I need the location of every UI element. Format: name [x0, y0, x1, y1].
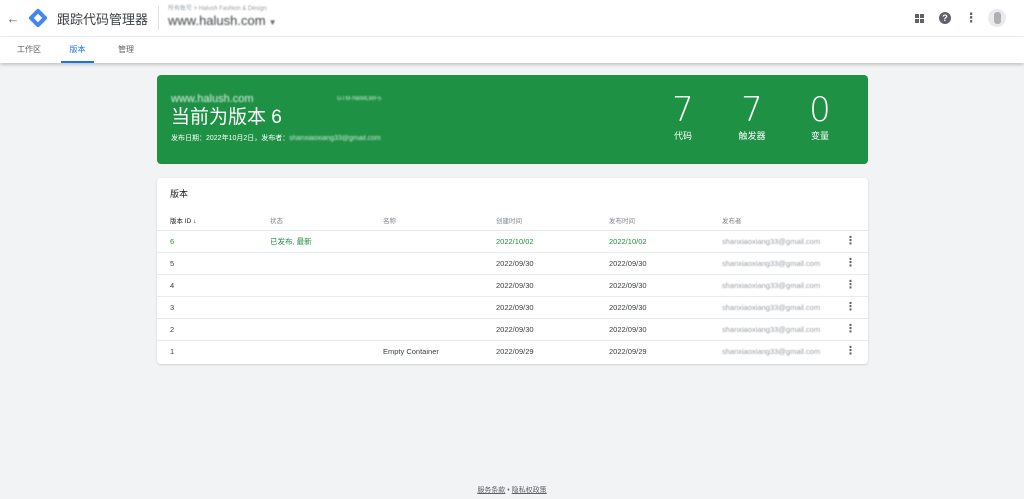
tab-workspace[interactable]: 工作区 [10, 37, 48, 63]
terms-link[interactable]: 服务条款 [477, 487, 505, 494]
version-publisher: shanxiaoxiang33@gmail.com [722, 347, 821, 356]
version-published: 2022/09/30 [609, 259, 647, 268]
stat-variables[interactable]: 0 变量 [800, 90, 840, 142]
more-vert-icon[interactable]: ⋮ [845, 341, 856, 362]
apps-grid-icon[interactable] [908, 13, 930, 23]
column-header-status[interactable]: 状态 [270, 215, 283, 225]
stat-tags-label: 代码 [673, 131, 692, 141]
more-vert-icon[interactable]: ⋮ [845, 253, 856, 274]
version-id[interactable]: 3 [170, 297, 174, 318]
column-header-publisher[interactable]: 发布者 [722, 215, 742, 225]
column-header-published[interactable]: 发布时间 [609, 215, 635, 225]
current-version-banner: www.halush.com GTM-NBMLWF5 当前为版本 6 发布日期：… [157, 75, 868, 164]
container-id: GTM-NBMLWF5 [337, 96, 382, 102]
version-created: 2022/09/29 [496, 347, 534, 356]
stat-tags[interactable]: 7 代码 [663, 90, 703, 142]
table-row[interactable]: 5 2022/09/30 2022/09/30 shanxiaoxiang33@… [157, 252, 868, 274]
tab-admin[interactable]: 管理 [109, 37, 143, 63]
table-row[interactable]: 3 2022/09/30 2022/09/30 shanxiaoxiang33@… [157, 296, 868, 318]
chevron-down-icon[interactable]: ▼ [269, 18, 277, 27]
version-published: 2022/09/30 [609, 303, 647, 312]
version-publisher: shanxiaoxiang33@gmail.com [722, 281, 821, 290]
tab-versions[interactable]: 版本 [61, 37, 94, 63]
more-vert-icon[interactable]: ⋮ [845, 231, 856, 252]
stat-tags-value: 7 [672, 90, 694, 130]
table-row[interactable]: 4 2022/09/30 2022/09/30 shanxiaoxiang33@… [157, 274, 868, 296]
stat-triggers-label: 触发器 [738, 131, 766, 141]
more-vert-icon[interactable]: ⋮ [845, 297, 856, 318]
version-published: 2022/10/02 [609, 237, 647, 246]
back-arrow-icon[interactable]: ← [4, 11, 22, 26]
app-title: 跟踪代码管理器 [57, 11, 149, 27]
more-vert-icon[interactable]: ⋮ [845, 275, 856, 296]
table-row[interactable]: 2 2022/09/30 2022/09/30 shanxiaoxiang33@… [157, 318, 868, 340]
version-id[interactable]: 6 [170, 231, 174, 252]
version-created: 2022/10/02 [496, 237, 534, 246]
version-id[interactable]: 4 [170, 275, 174, 296]
account-path: 所有账号 > Halush Fashion & Design [168, 6, 267, 12]
version-published: 2022/09/30 [609, 281, 647, 290]
table-row[interactable]: 1 Empty Container 2022/09/29 2022/09/29 … [157, 340, 868, 362]
version-created: 2022/09/30 [496, 259, 534, 268]
top-app-bar: ← 跟踪代码管理器 所有账号 > Halush Fashion & Design… [0, 0, 1024, 36]
version-published: 2022/09/30 [609, 325, 647, 334]
more-vert-icon[interactable]: ⋮ [960, 10, 982, 26]
tab-bar: 工作区 版本 管理 [0, 36, 1024, 63]
version-publisher: shanxiaoxiang33@gmail.com [722, 325, 821, 334]
version-name: Empty Container [383, 347, 439, 356]
version-status: 已发布, 最新 [270, 237, 312, 246]
column-header-name[interactable]: 名称 [383, 215, 396, 225]
version-publisher: shanxiaoxiang33@gmail.com [722, 303, 821, 312]
version-publisher: shanxiaoxiang33@gmail.com [722, 237, 821, 246]
column-header-created[interactable]: 创建时间 [496, 215, 522, 225]
publish-meta-prefix: 发布日期：2022年10月2日，发布者： [171, 135, 290, 142]
table-row[interactable]: 6 已发布, 最新 2022/10/02 2022/10/02 shanxiao… [157, 230, 868, 252]
versions-card-title: 版本 [170, 189, 189, 199]
version-created: 2022/09/30 [496, 303, 534, 312]
privacy-link[interactable]: 隐私权政策 [512, 487, 547, 494]
more-vert-icon[interactable]: ⋮ [845, 319, 856, 340]
container-domain: www.halush.com [171, 93, 254, 105]
column-header-version-id[interactable]: 版本 ID ↓ [170, 215, 196, 225]
gtm-logo-icon [28, 8, 48, 28]
container-name: www.halush.com [168, 13, 266, 28]
version-id[interactable]: 5 [170, 253, 174, 274]
version-published: 2022/09/29 [609, 347, 647, 356]
version-created: 2022/09/30 [496, 281, 534, 290]
version-created: 2022/09/30 [496, 325, 534, 334]
avatar[interactable] [986, 9, 1008, 27]
footer: 服务条款 • 隐私权政策 [0, 485, 1024, 495]
stat-variables-value: 0 [809, 90, 831, 130]
version-publisher: shanxiaoxiang33@gmail.com [722, 259, 821, 268]
version-id[interactable]: 2 [170, 319, 174, 340]
versions-card: 版本 版本 ID ↓ 状态 名称 创建时间 发布时间 发布者 6 已发布, 最新… [157, 178, 868, 364]
stat-triggers-value: 7 [741, 90, 763, 130]
current-version-title: 当前为版本 6 [171, 107, 282, 128]
stat-variables-label: 变量 [810, 131, 829, 141]
publish-meta: 发布日期：2022年10月2日，发布者：shanxiaoxiang33@gmai… [171, 133, 381, 143]
version-id[interactable]: 1 [170, 341, 174, 362]
footer-separator: • [507, 487, 510, 494]
publisher-email: shanxiaoxiang33@gmail.com [289, 135, 381, 142]
stat-triggers[interactable]: 7 触发器 [732, 90, 772, 142]
divider [158, 6, 160, 30]
help-icon[interactable]: ? [934, 12, 956, 24]
container-switcher[interactable]: 所有账号 > Halush Fashion & Design www.halus… [168, 5, 276, 31]
